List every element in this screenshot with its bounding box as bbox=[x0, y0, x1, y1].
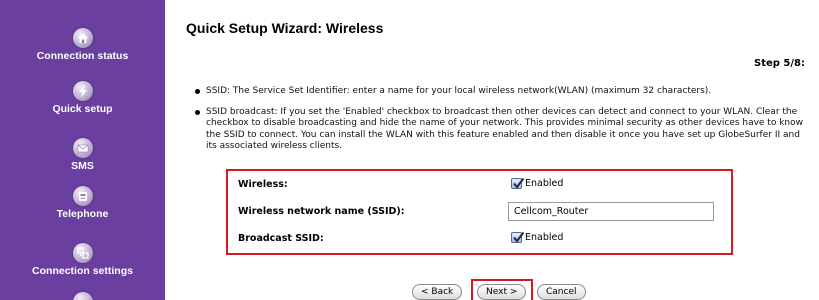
sidebar-item-label: SMS bbox=[71, 160, 94, 172]
ssid-label: Wireless network name (SSID): bbox=[238, 206, 405, 217]
lightning-icon bbox=[72, 81, 93, 101]
sidebar-item-telephone[interactable]: Telephone bbox=[0, 186, 165, 220]
wireless-enabled-label: Enabled bbox=[525, 178, 564, 189]
step-indicator: Step 5/8: bbox=[754, 58, 805, 69]
sidebar: Connection status Quick setup SMS Teleph… bbox=[0, 0, 165, 300]
page-title: Quick Setup Wizard: Wireless bbox=[186, 20, 384, 36]
back-button[interactable]: < Back bbox=[412, 284, 463, 300]
broadcast-enabled-checkbox[interactable]: Enabled bbox=[511, 231, 564, 243]
sidebar-item-sms[interactable]: SMS bbox=[0, 138, 165, 172]
network-icon bbox=[72, 243, 93, 263]
wireless-settings-panel: Wireless: Enabled Wireless network name … bbox=[226, 169, 733, 255]
partial-icon bbox=[72, 292, 93, 300]
sidebar-item-connection-settings[interactable]: Connection settings bbox=[0, 243, 165, 277]
wireless-row: Wireless: Enabled bbox=[228, 172, 731, 198]
wireless-label: Wireless: bbox=[238, 179, 288, 190]
sidebar-item-label: Telephone bbox=[56, 208, 109, 220]
broadcast-enabled-label: Enabled bbox=[525, 232, 564, 243]
home-icon bbox=[72, 28, 93, 48]
broadcast-row: Broadcast SSID: Enabled bbox=[228, 226, 731, 252]
broadcast-ssid-label: Broadcast SSID: bbox=[238, 233, 324, 244]
ssid-input[interactable] bbox=[508, 202, 714, 221]
cancel-button[interactable]: Cancel bbox=[537, 284, 586, 300]
sidebar-item-connection-status[interactable]: Connection status bbox=[0, 28, 165, 62]
telephone-icon bbox=[72, 186, 93, 206]
checkbox-checked-icon[interactable] bbox=[511, 231, 525, 243]
sidebar-item-label: Connection settings bbox=[32, 265, 133, 277]
help-item-broadcast: SSID broadcast: If you set the 'Enabled'… bbox=[195, 107, 813, 152]
next-button[interactable]: Next > bbox=[477, 284, 527, 300]
ssid-row: Wireless network name (SSID): bbox=[228, 199, 731, 225]
wireless-enabled-checkbox[interactable]: Enabled bbox=[511, 177, 564, 189]
sidebar-item-label: Connection status bbox=[36, 50, 129, 62]
checkbox-checked-icon[interactable] bbox=[511, 177, 525, 189]
help-item-ssid: SSID: The Service Set Identifier: enter … bbox=[195, 86, 813, 97]
envelope-icon bbox=[72, 138, 93, 158]
sidebar-item-label: Quick setup bbox=[52, 103, 113, 115]
help-list: SSID: The Service Set Identifier: enter … bbox=[195, 86, 813, 152]
sidebar-item-more[interactable] bbox=[0, 292, 165, 300]
sidebar-item-quick-setup[interactable]: Quick setup bbox=[0, 81, 165, 115]
